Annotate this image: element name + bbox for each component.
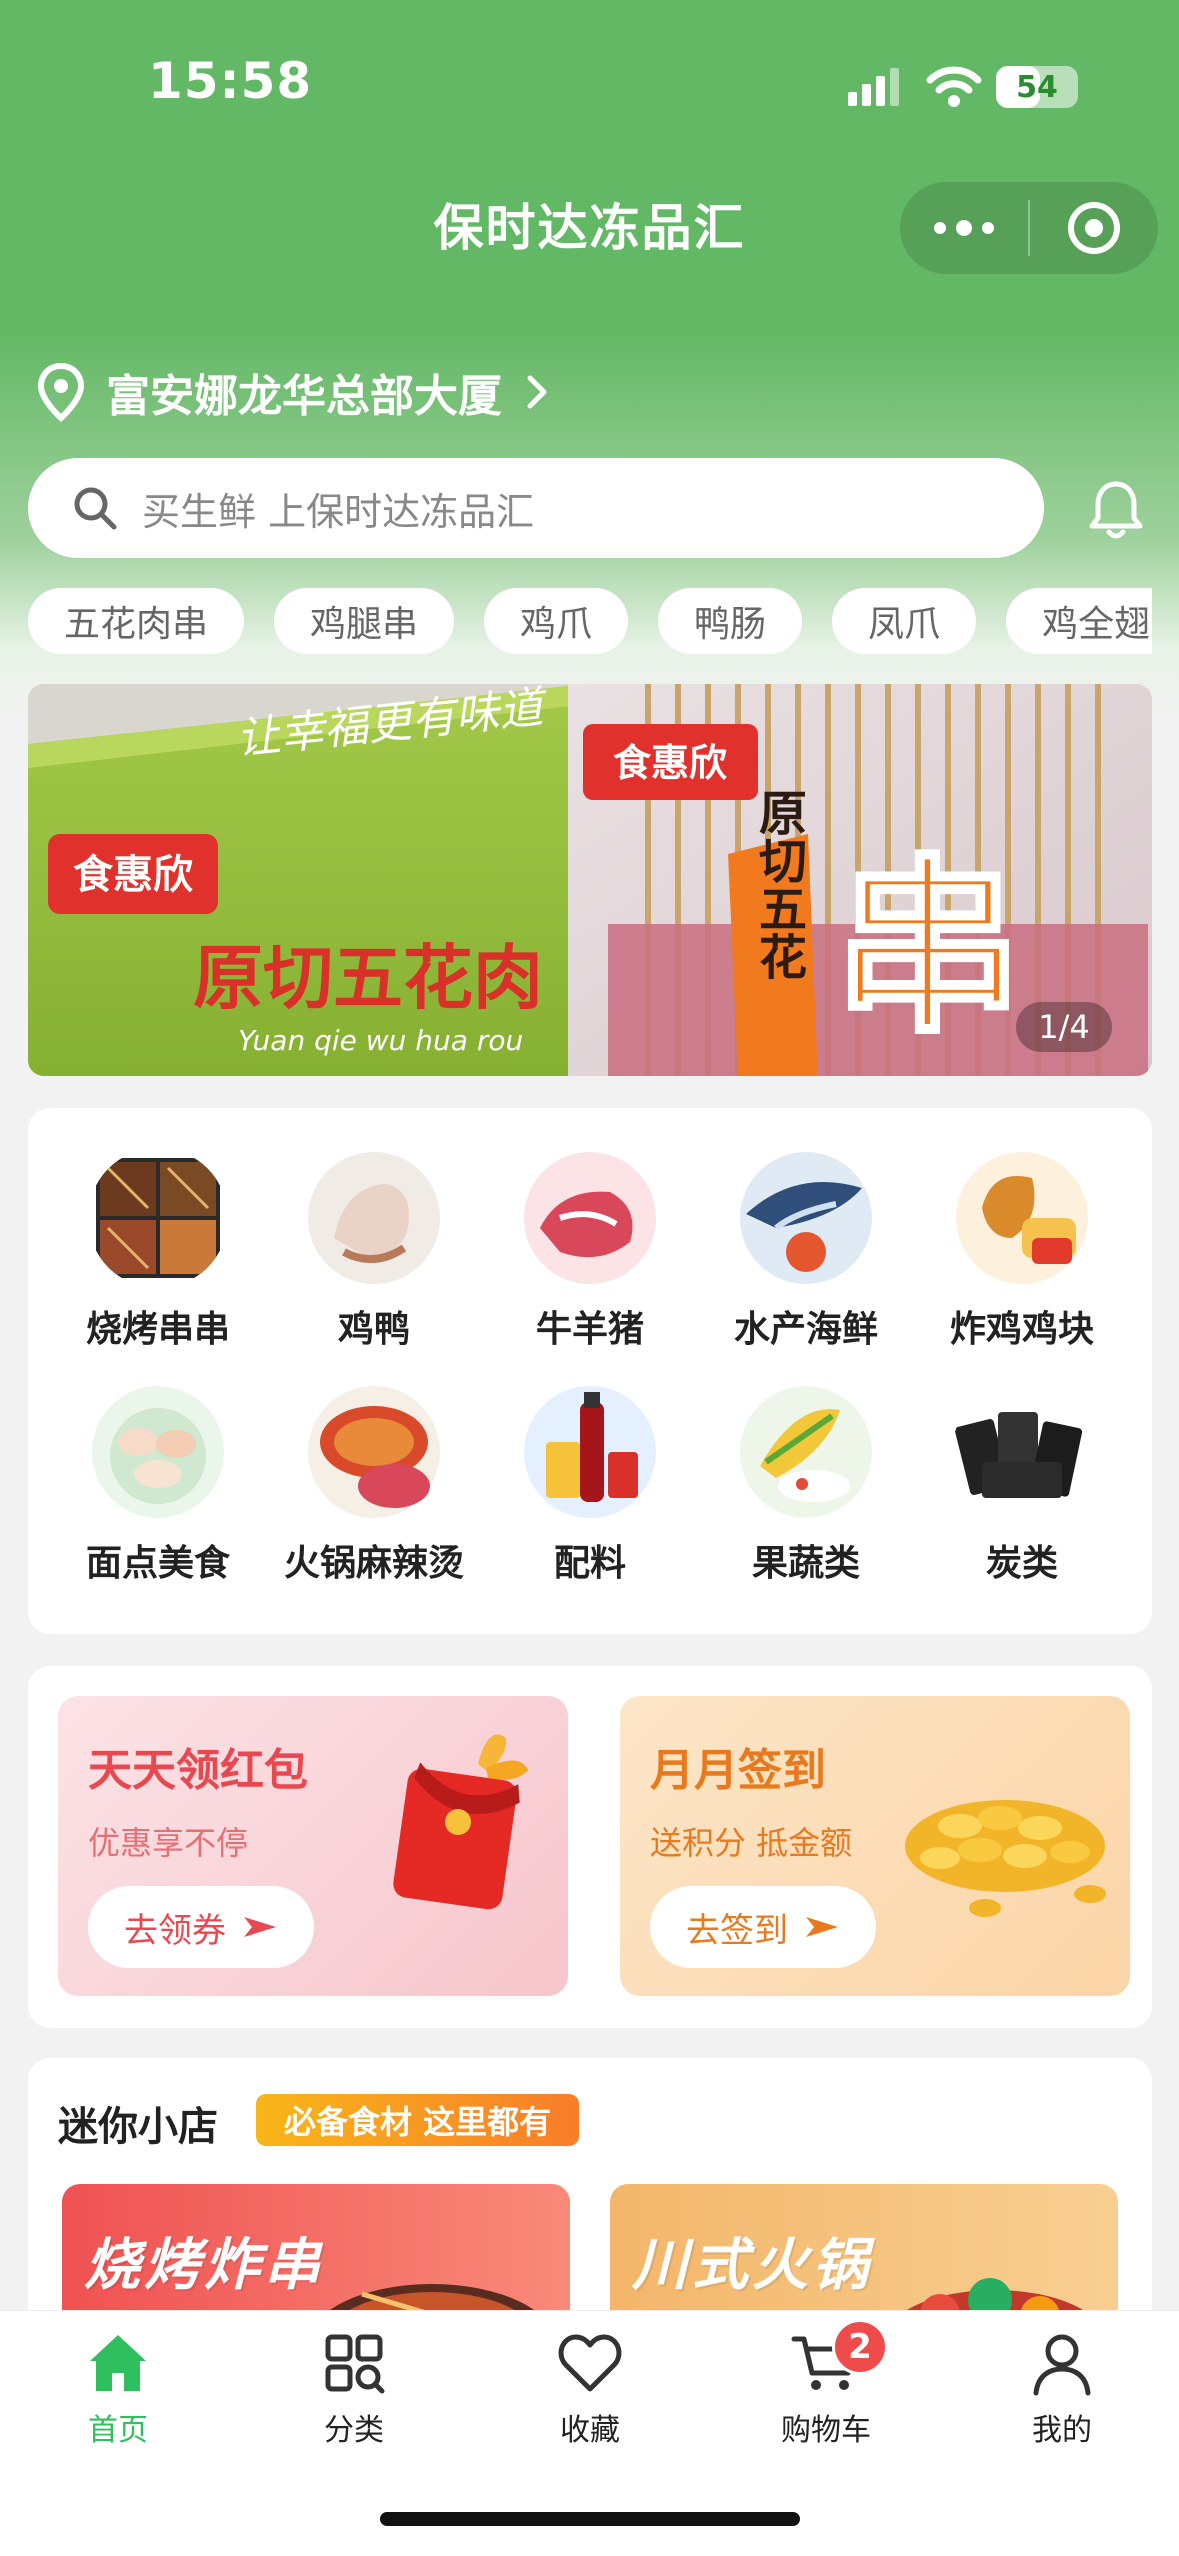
cart-badge: 2 — [832, 2319, 888, 2375]
more-dot-icon — [982, 222, 994, 234]
category-label: 炸鸡鸡块 — [949, 1309, 1094, 1350]
category-item[interactable]: 配料 — [482, 1382, 698, 1586]
hot-tag[interactable]: 鸭肠 — [658, 588, 803, 654]
svg-text:原切五花: 原切五花 — [750, 788, 807, 980]
hot-tag[interactable]: 五花肉串 — [28, 588, 245, 654]
category-label: 水产海鲜 — [733, 1309, 878, 1350]
location-pin-icon — [37, 362, 85, 422]
banner-pager: 1/4 — [1016, 1002, 1112, 1052]
category-item[interactable]: 炭类 — [914, 1382, 1130, 1586]
battery-percent: 54 — [1016, 69, 1058, 105]
wifi-icon — [926, 66, 982, 107]
checkin-button[interactable]: 去签到 — [650, 1886, 876, 1968]
category-label: 果蔬类 — [751, 1543, 860, 1584]
svg-text:原切五花肉: 原切五花肉 — [193, 937, 543, 1019]
get-coupon-button[interactable]: 去领券 — [88, 1886, 314, 1968]
bell-icon[interactable] — [1080, 474, 1152, 546]
red-envelope-icon — [393, 1734, 528, 1910]
category-item[interactable]: 火锅麻辣烫 — [266, 1382, 482, 1586]
fried-chicken-icon — [952, 1148, 1092, 1288]
home-icon — [90, 2335, 146, 2391]
category-label: 配料 — [553, 1543, 626, 1584]
category-label: 牛羊猪 — [535, 1309, 644, 1350]
category-label: 鸡鸭 — [337, 1309, 410, 1350]
category-label: 烧烤串串 — [85, 1309, 230, 1350]
category-item[interactable]: 水产海鲜 — [698, 1148, 914, 1352]
tab-label: 首页 — [88, 2413, 148, 2448]
category-item[interactable]: 烧烤串串 — [50, 1148, 266, 1352]
mini-shop-badge: 必备食材 这里都有 — [256, 2094, 580, 2146]
more-dot-icon — [934, 222, 946, 234]
tab-cart[interactable]: 2 购物车 — [746, 2319, 906, 2449]
more-button[interactable] — [900, 182, 1028, 274]
location-address: 富安娜龙华总部大厦 — [106, 371, 502, 422]
arrow-right-icon — [806, 1917, 838, 1937]
home-indicator — [380, 2512, 800, 2526]
hot-tag[interactable]: 凤爪 — [832, 588, 977, 654]
status-time: 15:58 — [148, 52, 313, 110]
category-item[interactable]: 面点美食 — [50, 1382, 266, 1586]
mini-program-capsule — [900, 182, 1158, 274]
category-item[interactable]: 鸡鸭 — [266, 1148, 482, 1352]
category-label: 面点美食 — [85, 1543, 230, 1584]
category-item[interactable]: 果蔬类 — [698, 1382, 914, 1586]
heart-icon — [558, 2334, 622, 2392]
monthly-checkin-promo[interactable]: 月月签到 送积分 抵金额 去签到 — [620, 1696, 1130, 1996]
search-icon — [74, 487, 117, 530]
svg-text:食惠欣: 食惠欣 — [613, 741, 727, 785]
checkin-label: 去签到 — [686, 1910, 788, 1951]
dumpling-icon — [88, 1382, 228, 1522]
svg-text:串: 串 — [833, 838, 1023, 1059]
category-icon — [325, 2334, 385, 2394]
red-packet-promo[interactable]: 天天领红包 优惠享不停 去领券 — [58, 1696, 568, 1996]
signal-icon — [848, 68, 899, 106]
category-item[interactable]: 牛羊猪 — [482, 1148, 698, 1352]
close-button[interactable] — [1030, 182, 1158, 274]
tab-label: 收藏 — [560, 2413, 620, 2448]
user-icon — [1033, 2334, 1091, 2396]
app-screen: 15:58 54 保时达冻品汇 富安娜龙华总部大厦 买生鲜 上保时达冻品汇 五花… — [0, 0, 1179, 2556]
category-grid: 烧烤串串 鸡鸭 牛羊猪 水产海鲜 炸鸡鸡块面点美食 火锅麻辣烫 配料 果蔬类 炭类 — [28, 1108, 1152, 1586]
hot-tag[interactable]: 鸡爪 — [484, 588, 629, 654]
battery-indicator: 54 — [996, 66, 1078, 108]
banner-image: 让幸福更有味道 食惠欣 原切五花肉 Yuan qie wu hua rou 食惠… — [28, 684, 1152, 1076]
promo-banner[interactable]: 让幸福更有味道 食惠欣 原切五花肉 Yuan qie wu hua rou 食惠… — [28, 684, 1152, 1076]
category-item[interactable]: 炸鸡鸡块 — [914, 1148, 1130, 1352]
category-label: 炭类 — [985, 1543, 1058, 1584]
target-icon — [1068, 202, 1120, 254]
tab-label: 购物车 — [781, 2413, 871, 2448]
hotpot-icon — [304, 1382, 444, 1522]
category-label: 火锅麻辣烫 — [283, 1543, 464, 1584]
tab-favorites[interactable]: 收藏 — [510, 2327, 670, 2449]
hot-tags: 五花肉串 鸡腿串 鸡爪 鸭肠 凤爪 鸡全翅 — [28, 588, 1152, 654]
skewers-icon — [88, 1148, 228, 1288]
svg-text:Yuan qie wu hua rou: Yuan qie wu hua rou — [238, 1024, 523, 1057]
vegetable-icon — [736, 1382, 876, 1522]
sauce-icon — [520, 1382, 660, 1522]
poultry-icon — [304, 1148, 444, 1288]
tab-category[interactable]: 分类 — [274, 2327, 434, 2449]
search-placeholder: 买生鲜 上保时达冻品汇 — [142, 489, 535, 534]
seafood-icon — [736, 1148, 876, 1288]
arrow-right-icon — [244, 1917, 276, 1937]
tab-profile[interactable]: 我的 — [982, 2327, 1142, 2449]
category-grid-card: 烧烤串串 鸡鸭 牛羊猪 水产海鲜 炸鸡鸡块面点美食 火锅麻辣烫 配料 果蔬类 炭类 — [28, 1108, 1152, 1634]
meat-icon — [520, 1148, 660, 1288]
mini-shop-title: 迷你小店 — [58, 2104, 218, 2150]
location-selector[interactable]: 富安娜龙华总部大厦 — [36, 360, 552, 424]
hot-tag[interactable]: 鸡全翅 — [1006, 588, 1152, 654]
tab-label: 我的 — [1032, 2413, 1092, 2448]
more-dot-icon — [956, 220, 972, 236]
gold-coins-icon — [905, 1800, 1106, 1917]
hot-tag[interactable]: 鸡腿串 — [274, 588, 455, 654]
get-coupon-label: 去领券 — [124, 1910, 226, 1951]
search-bar[interactable]: 买生鲜 上保时达冻品汇 — [28, 458, 1044, 558]
tab-label: 分类 — [324, 2413, 384, 2448]
chevron-right-icon — [527, 375, 547, 409]
tab-home[interactable]: 首页 — [38, 2327, 198, 2449]
charcoal-icon — [952, 1382, 1092, 1522]
svg-text:食惠欣: 食惠欣 — [73, 852, 193, 898]
